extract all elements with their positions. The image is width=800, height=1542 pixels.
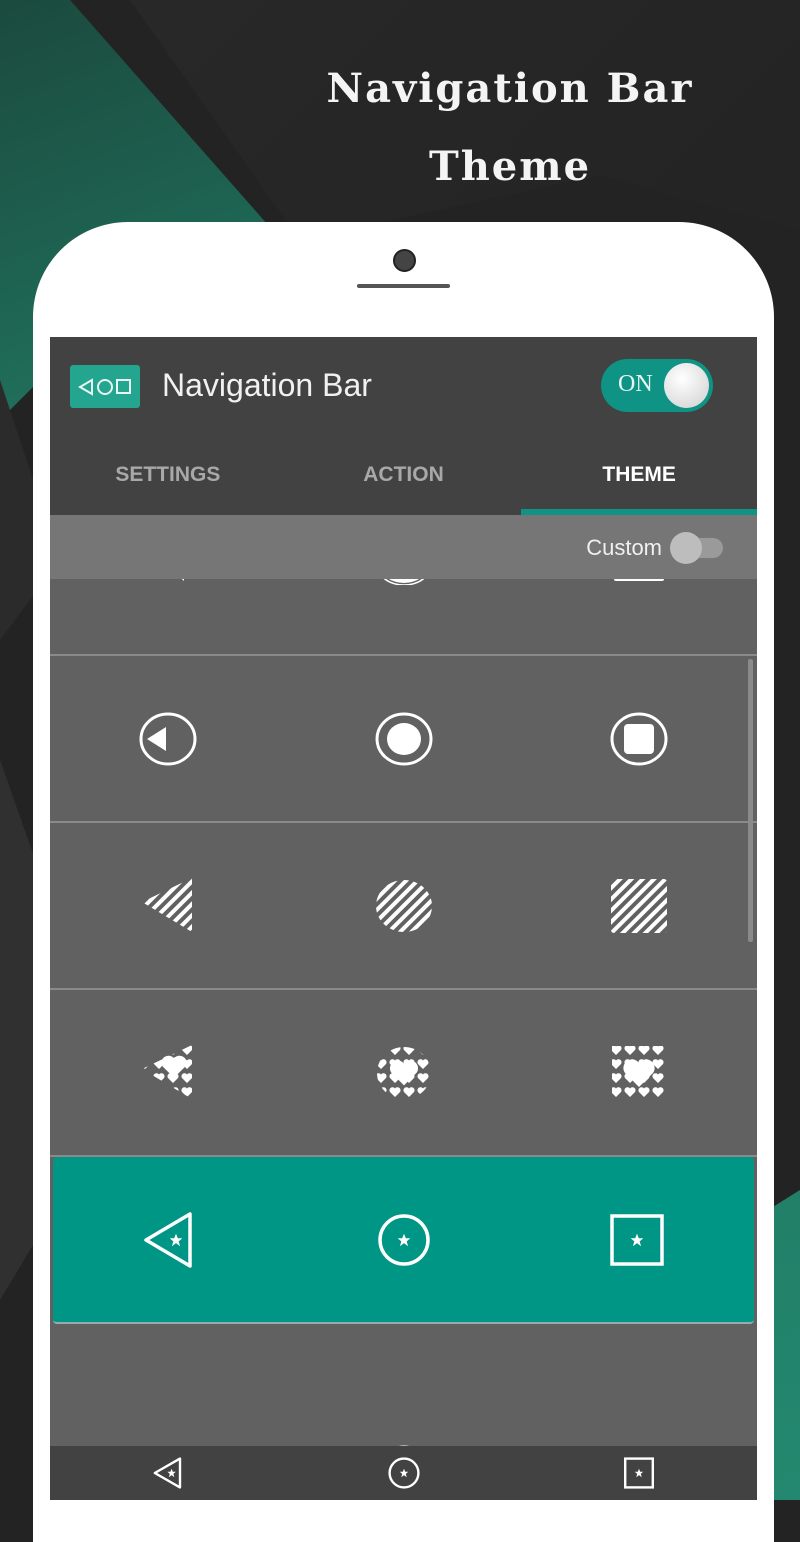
home-ringed-icon xyxy=(375,712,432,765)
headline-line-2: Theme xyxy=(428,143,592,190)
home-star-icon xyxy=(377,1213,430,1266)
back-star-icon[interactable] xyxy=(150,1455,186,1491)
theme-row-ringed[interactable] xyxy=(50,656,757,823)
list-scrollbar[interactable] xyxy=(748,659,753,942)
speaker-grille xyxy=(357,284,450,288)
master-toggle-label: ON xyxy=(618,371,653,397)
theme-list xyxy=(50,503,757,1491)
home-striped-icon xyxy=(375,879,432,932)
recent-ringed-icon xyxy=(610,712,668,765)
back-hearts-icon xyxy=(141,1044,192,1099)
master-toggle[interactable]: ON xyxy=(601,359,713,412)
promo-headline: Navigation Bar Theme xyxy=(300,50,720,206)
recent-star-icon xyxy=(610,1213,664,1266)
camera-icon xyxy=(393,249,416,272)
home-star-icon[interactable] xyxy=(386,1455,422,1491)
system-nav-bar xyxy=(50,1446,757,1500)
recent-star-icon[interactable] xyxy=(621,1455,657,1491)
app-bar: Navigation Bar ON SETTINGS ACTION THEME xyxy=(50,337,757,515)
theme-row-star-outline[interactable] xyxy=(53,1157,754,1324)
back-striped-icon xyxy=(141,877,192,932)
back-star-icon xyxy=(144,1211,192,1268)
theme-row-hearts[interactable] xyxy=(50,990,757,1157)
home-hearts-icon xyxy=(376,1046,431,1099)
recent-striped-icon xyxy=(611,878,668,933)
phone-screen: Navigation Bar ON SETTINGS ACTION THEME … xyxy=(50,337,757,1500)
recent-hearts-icon xyxy=(612,1045,667,1100)
app-title: Navigation Bar xyxy=(162,367,372,403)
back-ringed-icon xyxy=(139,712,197,765)
custom-toggle[interactable] xyxy=(670,532,725,564)
toggle-knob xyxy=(664,363,709,408)
toggle-knob xyxy=(670,532,702,564)
theme-row-striped[interactable] xyxy=(50,823,757,990)
nav-buttons-icon xyxy=(70,365,140,408)
headline-line-1: Navigation Bar xyxy=(326,65,694,112)
custom-bar: Custom xyxy=(50,515,757,579)
custom-label: Custom xyxy=(586,535,662,560)
